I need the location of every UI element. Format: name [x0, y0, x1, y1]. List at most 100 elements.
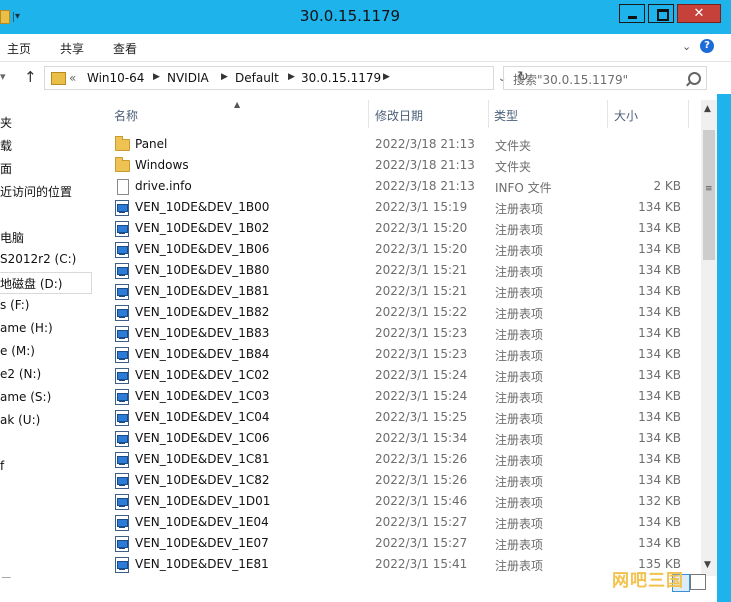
file-row[interactable]: VEN_10DE&DEV_1C03 2022/3/1 15:24 注册表项 134 K…: [98, 386, 688, 407]
tab-home[interactable]: 主页: [7, 40, 31, 57]
sidebar-item-drive-f[interactable]: s (F:): [0, 298, 29, 312]
breadcrumb-arrow-icon[interactable]: ▶: [153, 72, 160, 82]
file-row[interactable]: VEN_10DE&DEV_1C04 2022/3/1 15:25 注册表项 134 K…: [98, 407, 688, 428]
file-name: VEN_10DE&DEV_1C81: [135, 452, 270, 466]
breadcrumb-win10-64[interactable]: Win10-64: [87, 71, 144, 85]
file-row[interactable]: VEN_10DE&DEV_1E04 2022/3/1 15:27 注册表项 134 K…: [98, 512, 688, 533]
scrollbar-thumb[interactable]: [703, 130, 715, 260]
up-arrow-icon[interactable]: ↑: [24, 68, 37, 86]
breadcrumb-arrow-icon[interactable]: ▶: [383, 72, 390, 82]
column-date[interactable]: 修改日期: [369, 100, 489, 128]
sidebar-item-desktop[interactable]: 面: [0, 160, 12, 177]
sidebar-item-drive-c[interactable]: S2012r2 (C:): [0, 252, 76, 266]
large-icons-view-icon[interactable]: [690, 574, 706, 590]
registry-file-icon: [115, 431, 129, 447]
file-row[interactable]: VEN_10DE&DEV_1B06 2022/3/1 15:20 注册表项 134 K…: [98, 239, 688, 260]
recent-locations-icon[interactable]: ▾: [0, 70, 6, 83]
file-name: VEN_10DE&DEV_1C04: [135, 410, 270, 424]
file-size: 134 KB: [638, 242, 681, 256]
column-name[interactable]: ▲ 名称: [98, 100, 369, 128]
breadcrumb-overflow[interactable]: «: [69, 71, 76, 85]
registry-file-icon: [115, 410, 129, 426]
breadcrumb-default[interactable]: Default: [235, 71, 279, 85]
file-type: 文件夹: [495, 139, 532, 153]
scroll-down-icon[interactable]: ▼: [704, 560, 711, 570]
breadcrumb-arrow-icon[interactable]: ▶: [221, 72, 228, 82]
breadcrumb-nvidia[interactable]: NVIDIA: [167, 71, 209, 85]
sidebar-item-drive-u[interactable]: ak (U:): [0, 413, 40, 427]
navigation-bar: ▾ ↑ « Win10-64 ▶ NVIDIA ▶ Default ▶ 30.0…: [0, 62, 731, 94]
file-row[interactable]: VEN_10DE&DEV_1B82 2022/3/1 15:22 注册表项 134 K…: [98, 302, 688, 323]
search-box[interactable]: 搜索"30.0.15.1179": [503, 66, 707, 90]
search-input[interactable]: 搜索"30.0.15.1179": [513, 71, 628, 88]
navigation-pane: 夹 载 面 近访问的位置 电脑 S2012r2 (C:) 地磁盘 (D:) s …: [0, 100, 96, 602]
registry-file-icon: [115, 347, 129, 363]
maximize-button[interactable]: [648, 4, 674, 23]
registry-file-icon: [115, 242, 129, 258]
file-row[interactable]: VEN_10DE&DEV_1B80 2022/3/1 15:21 注册表项 134 K…: [98, 260, 688, 281]
help-icon[interactable]: ?: [700, 39, 714, 53]
file-row[interactable]: VEN_10DE&DEV_1B83 2022/3/1 15:23 注册表项 134 K…: [98, 323, 688, 344]
file-name: VEN_10DE&DEV_1E07: [135, 536, 269, 550]
file-row[interactable]: VEN_10DE&DEV_1C81 2022/3/1 15:26 注册表项 134 K…: [98, 449, 688, 470]
file-row[interactable]: VEN_10DE&DEV_1C82 2022/3/1 15:26 注册表项 134 K…: [98, 470, 688, 491]
column-type[interactable]: 类型: [489, 100, 608, 128]
file-row[interactable]: VEN_10DE&DEV_1E81 2022/3/1 15:41 注册表项 135 K…: [98, 554, 688, 575]
file-row[interactable]: VEN_10DE&DEV_1D01 2022/3/1 15:46 注册表项 132 K…: [98, 491, 688, 512]
file-name: VEN_10DE&DEV_1B02: [135, 221, 270, 235]
file-date: 2022/3/1 15:41: [375, 557, 468, 571]
file-date: 2022/3/1 15:21: [375, 284, 468, 298]
sidebar-item-network[interactable]: f: [0, 459, 4, 473]
file-size: 134 KB: [638, 473, 681, 487]
scroll-up-icon[interactable]: ▲: [704, 104, 711, 114]
breadcrumb-current[interactable]: 30.0.15.1179: [301, 71, 381, 85]
breadcrumb-arrow-icon[interactable]: ▶: [288, 72, 295, 82]
file-row[interactable]: VEN_10DE&DEV_1B00 2022/3/1 15:19 注册表项 134 K…: [98, 197, 688, 218]
file-row[interactable]: drive.info 2022/3/18 21:13 INFO 文件 2 KB: [98, 176, 688, 197]
registry-file-icon: [115, 263, 129, 279]
column-size-label: 大小: [614, 109, 639, 123]
file-type: 注册表项: [495, 559, 544, 573]
folder-icon: [51, 72, 66, 85]
column-size[interactable]: 大小: [608, 100, 689, 128]
file-row[interactable]: VEN_10DE&DEV_1B84 2022/3/1 15:23 注册表项 134 K…: [98, 344, 688, 365]
sidebar-item-this-pc[interactable]: 电脑: [0, 229, 24, 246]
address-bar[interactable]: « Win10-64 ▶ NVIDIA ▶ Default ▶ 30.0.15.…: [44, 66, 529, 90]
file-type: 注册表项: [495, 517, 544, 531]
minimize-button[interactable]: [619, 4, 645, 23]
maximize-icon: [657, 9, 669, 21]
file-date: 2022/3/18 21:13: [375, 179, 475, 193]
file-date: 2022/3/18 21:13: [375, 158, 475, 172]
file-row[interactable]: Windows 2022/3/18 21:13 文件夹: [98, 155, 688, 176]
window-border: [717, 94, 731, 602]
sidebar-item-drive-m[interactable]: e (M:): [0, 344, 35, 358]
file-row[interactable]: VEN_10DE&DEV_1C06 2022/3/1 15:34 注册表项 134 K…: [98, 428, 688, 449]
tab-view[interactable]: 查看: [113, 40, 137, 57]
sidebar-item-recent[interactable]: 近访问的位置: [0, 183, 72, 200]
file-date: 2022/3/1 15:19: [375, 200, 468, 214]
file-size: 134 KB: [638, 515, 681, 529]
tab-share[interactable]: 共享: [60, 40, 84, 57]
file-name: VEN_10DE&DEV_1B81: [135, 284, 270, 298]
sidebar-item-drive-d[interactable]: 地磁盘 (D:): [0, 272, 92, 294]
sidebar-item-drive-h[interactable]: ame (H:): [0, 321, 53, 335]
file-name: VEN_10DE&DEV_1E04: [135, 515, 269, 529]
file-row[interactable]: VEN_10DE&DEV_1E07 2022/3/1 15:27 注册表项 134 K…: [98, 533, 688, 554]
file-type: 注册表项: [495, 307, 544, 321]
file-row[interactable]: VEN_10DE&DEV_1C02 2022/3/1 15:24 注册表项 134 K…: [98, 365, 688, 386]
sidebar-item-drive-s[interactable]: ame (S:): [0, 390, 51, 404]
file-row[interactable]: VEN_10DE&DEV_1B02 2022/3/1 15:20 注册表项 134 K…: [98, 218, 688, 239]
sidebar-item-downloads[interactable]: 载: [0, 137, 12, 154]
vertical-scrollbar[interactable]: ▲ ≡ ▼: [701, 100, 717, 576]
file-date: 2022/3/1 15:46: [375, 494, 468, 508]
sidebar-item-drive-n[interactable]: e2 (N:): [0, 367, 41, 381]
file-row[interactable]: Panel 2022/3/18 21:13 文件夹: [98, 134, 688, 155]
file-name: VEN_10DE&DEV_1B06: [135, 242, 270, 256]
file-type: 注册表项: [495, 391, 544, 405]
file-row[interactable]: VEN_10DE&DEV_1B81 2022/3/1 15:21 注册表项 134 K…: [98, 281, 688, 302]
title-bar[interactable]: ▾ 30.0.15.1179 ✕: [0, 0, 731, 34]
expand-ribbon-icon[interactable]: ⌄: [682, 40, 691, 53]
close-button[interactable]: ✕: [677, 4, 721, 23]
file-date: 2022/3/1 15:23: [375, 326, 468, 340]
sidebar-item-favorites[interactable]: 夹: [0, 114, 12, 131]
